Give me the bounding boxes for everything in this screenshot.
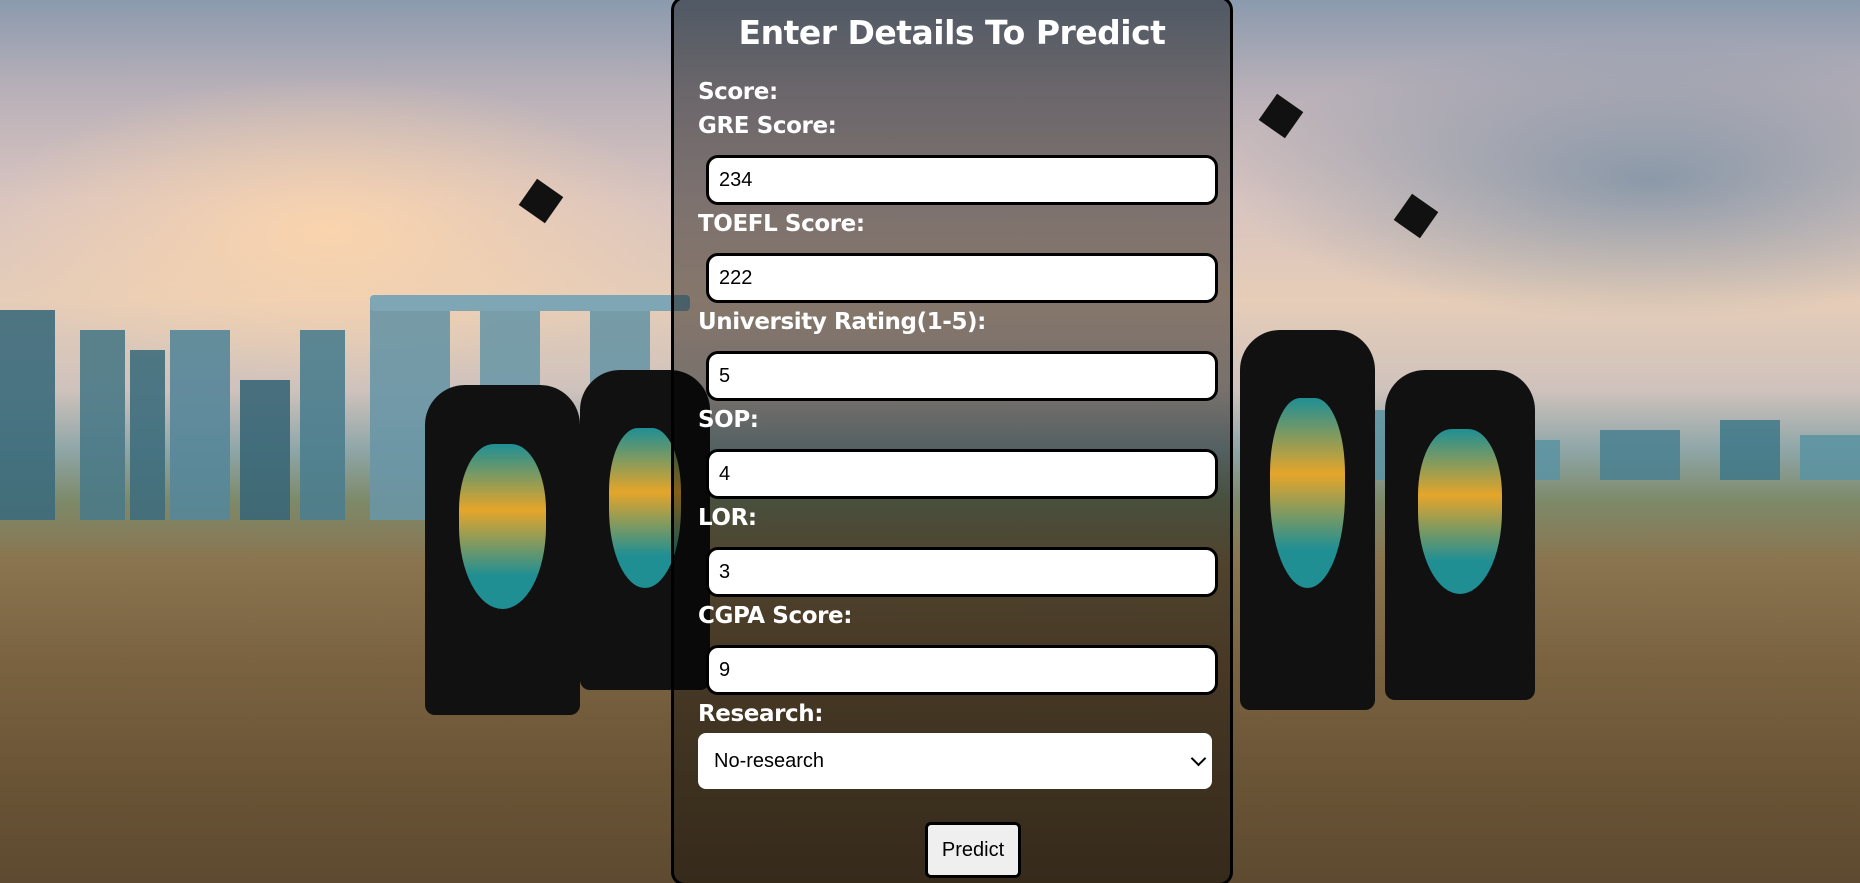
score-section-label: Score: (698, 79, 778, 105)
cgpa-score-input[interactable]: 9 (706, 645, 1218, 695)
graduate-figure (1385, 370, 1535, 700)
form-title: Enter Details To Predict (738, 13, 1166, 52)
research-label: Research: (698, 701, 824, 727)
research-select[interactable]: No-research (698, 733, 1212, 789)
graduation-cap (1393, 193, 1439, 239)
cgpa-score-label: CGPA Score: (698, 603, 853, 629)
university-rating-input[interactable]: 5 (706, 351, 1218, 401)
sop-input[interactable]: 4 (706, 449, 1218, 499)
toefl-score-input[interactable]: 222 (706, 253, 1218, 303)
graduate-figure (1240, 330, 1375, 710)
graduation-cap (518, 178, 564, 224)
gre-score-label: GRE Score: (698, 113, 837, 139)
prediction-form-card: Enter Details To Predict Score: GRE Scor… (671, 0, 1233, 883)
university-rating-label: University Rating(1-5): (698, 309, 986, 335)
city-skyline-right (1300, 400, 1860, 480)
graduate-figure (425, 385, 580, 715)
toefl-score-label: TOEFL Score: (698, 211, 865, 237)
predict-button[interactable]: Predict (925, 822, 1021, 878)
lor-label: LOR: (698, 505, 757, 531)
graduation-cap (1258, 93, 1304, 139)
sop-label: SOP: (698, 407, 759, 433)
gre-score-input[interactable]: 234 (706, 155, 1218, 205)
research-selected-value: No-research (714, 750, 825, 772)
skybridge (370, 295, 690, 311)
chevron-down-icon (1190, 750, 1207, 767)
lor-input[interactable]: 3 (706, 547, 1218, 597)
